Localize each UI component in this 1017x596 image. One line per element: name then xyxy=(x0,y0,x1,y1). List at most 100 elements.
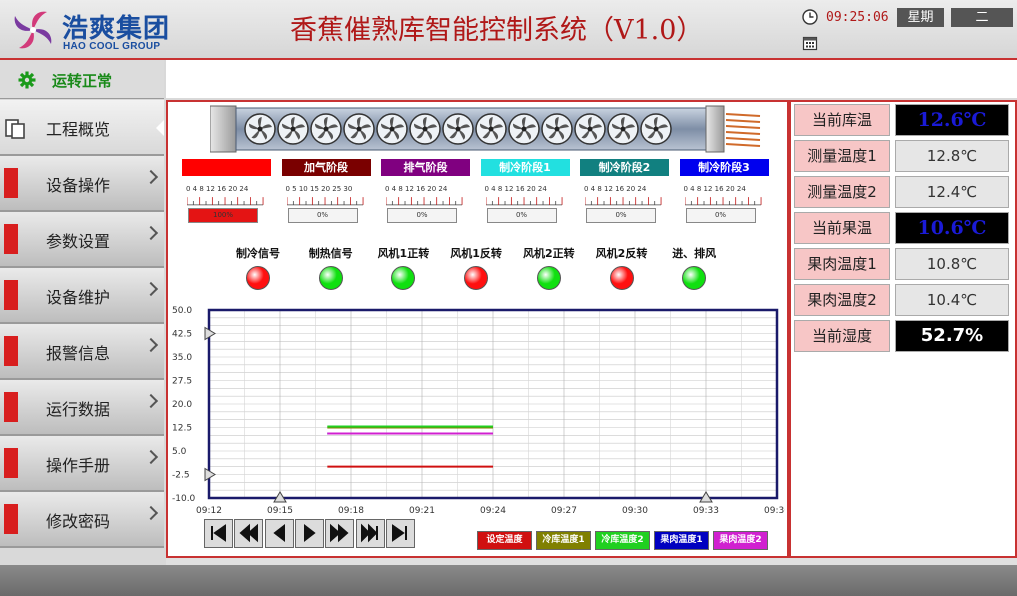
signal-lamp-green xyxy=(318,266,343,290)
status-text: 运转正常 xyxy=(52,72,113,90)
chevron-right-icon xyxy=(143,505,159,521)
reading-value: 52.7% xyxy=(895,320,1009,352)
weekday-value: 二 xyxy=(951,8,1013,27)
reading-value: 10.4℃ xyxy=(895,284,1009,316)
stage-progress: 0% xyxy=(387,208,457,223)
legend-item-4: 果肉温度2 xyxy=(713,531,768,550)
reading-label: 当前果温 xyxy=(794,212,890,244)
stage-progress-text: 100% xyxy=(212,211,233,219)
clock-icon xyxy=(802,9,818,25)
stage-progress: 0% xyxy=(586,208,656,223)
signal-lamp-red xyxy=(246,266,270,290)
stage-scale-ticks xyxy=(585,197,662,206)
y-tick-label: -10.0 xyxy=(172,494,196,504)
stage-scale-ticks xyxy=(386,197,463,206)
rewind-button[interactable] xyxy=(264,519,294,548)
play-icon xyxy=(303,523,316,543)
fast-rewind-icon xyxy=(239,523,259,543)
sidebar-item-7[interactable]: 修改密码 xyxy=(0,492,164,548)
last-button[interactable] xyxy=(385,519,415,548)
reading-value: 12.8℃ xyxy=(895,140,1009,172)
legend-item-3: 果肉温度1 xyxy=(654,531,709,550)
x-tick-label: 09:30 xyxy=(622,506,648,516)
y-tick-label: 12.5 xyxy=(172,424,192,434)
y-tick-label: 27.5 xyxy=(172,377,192,387)
sidebar-item-2[interactable]: 参数设置 xyxy=(0,212,164,268)
fan-icon xyxy=(640,113,672,145)
y-tick-label: 5.0 xyxy=(172,447,187,457)
sidebar-item-label: 运行数据 xyxy=(46,400,111,419)
x-tick-label: 09:36 xyxy=(764,506,785,516)
reading-value: 12.6℃ xyxy=(895,104,1009,136)
y-tick-label: 35.0 xyxy=(172,353,192,363)
fan-icon xyxy=(574,113,606,145)
sidebar-item-5[interactable]: 运行数据 xyxy=(0,380,164,436)
x-tick-label: 09:33 xyxy=(693,506,719,516)
play-button[interactable] xyxy=(294,519,324,548)
fast-rewind-button[interactable] xyxy=(234,519,264,548)
nav-marker-bar xyxy=(4,392,18,422)
clipboard-icon xyxy=(5,119,25,139)
bottom-divider xyxy=(166,558,1017,565)
stage-scale-numbers: 0 4 8 12 16 20 24 xyxy=(385,185,448,193)
fast-forward-icon xyxy=(330,523,349,543)
reading-label: 果肉温度2 xyxy=(794,284,890,316)
stage-scale-ticks xyxy=(286,197,363,206)
app-title: 香蕉催熟库智能控制系统（V1.0） xyxy=(290,15,704,46)
stage-scale-numbers: 0 5 10 15 20 25 30 xyxy=(285,185,353,193)
signal-label: 风机1正转 xyxy=(377,247,430,260)
sidebar-item-1[interactable]: 设备操作 xyxy=(0,156,164,212)
fan-icon xyxy=(310,113,342,145)
signal-label: 风机2反转 xyxy=(595,247,648,260)
stage-scale-numbers: 0 4 8 12 16 20 24 xyxy=(186,185,249,193)
fast-forward-button[interactable] xyxy=(325,519,355,548)
bottom-bar xyxy=(0,565,1017,596)
company-logo-icon xyxy=(14,11,52,49)
chevron-right-icon xyxy=(143,449,159,465)
sidebar-item-4[interactable]: 报警信息 xyxy=(0,324,164,380)
y-tick-label: -2.5 xyxy=(172,471,190,481)
stage-title-3: 制冷阶段1 xyxy=(480,159,570,176)
top-blank-strip xyxy=(166,60,1017,98)
sidebar-item-3[interactable]: 设备维护 xyxy=(0,268,164,324)
nav-marker-bar xyxy=(4,168,18,198)
nav-marker-bar xyxy=(4,504,18,534)
reading-label: 当前湿度 xyxy=(794,320,890,352)
stage-title-5: 制冷阶段3 xyxy=(679,159,769,176)
sidebar-item-6[interactable]: 操作手册 xyxy=(0,436,164,492)
first-button[interactable] xyxy=(204,519,233,548)
x-tick-label: 09:15 xyxy=(267,506,293,516)
chevron-right-icon xyxy=(143,393,159,409)
nav-marker-bar xyxy=(4,224,18,254)
stage-progress: 100% xyxy=(188,208,258,223)
calendar-icon[interactable] xyxy=(802,35,818,51)
chevron-right-icon xyxy=(143,337,159,353)
active-pointer-icon xyxy=(156,120,164,136)
legend-item-0: 设定温度 xyxy=(477,531,532,550)
signal-label: 风机1反转 xyxy=(450,247,502,260)
logo-english-name: HAO COOL GROUP xyxy=(63,41,161,52)
stage-progress-text: 0% xyxy=(615,211,627,219)
sidebar-item-label: 报警信息 xyxy=(46,344,111,363)
nav-marker-bar xyxy=(4,448,18,478)
stage-progress: 0% xyxy=(287,208,358,223)
fan-icon xyxy=(541,113,573,145)
y-tick-label: 42.5 xyxy=(172,330,192,340)
fan-icon xyxy=(376,113,408,145)
stage-progress: 0% xyxy=(486,208,557,223)
sidebar-item-label: 操作手册 xyxy=(46,456,111,475)
sidebar-item-0[interactable]: 工程概览 xyxy=(0,100,164,156)
evaporator-unit-image xyxy=(210,105,761,153)
sidebar-item-label: 设备维护 xyxy=(46,288,111,307)
reading-label: 测量温度1 xyxy=(794,140,890,172)
stage-title-4: 制冷阶段2 xyxy=(580,159,669,176)
chevron-right-icon xyxy=(143,281,159,297)
logo-chinese-name: 浩爽集团 xyxy=(62,14,171,44)
reading-label: 果肉温度1 xyxy=(794,248,890,280)
next-button[interactable] xyxy=(355,519,385,548)
stage-progress-text: 0% xyxy=(515,211,528,219)
y-tick-label: 20.0 xyxy=(172,400,192,410)
signal-lamp-red xyxy=(464,266,489,290)
signal-lamp-red xyxy=(609,266,634,290)
weekday-label: 星期 xyxy=(897,8,944,27)
